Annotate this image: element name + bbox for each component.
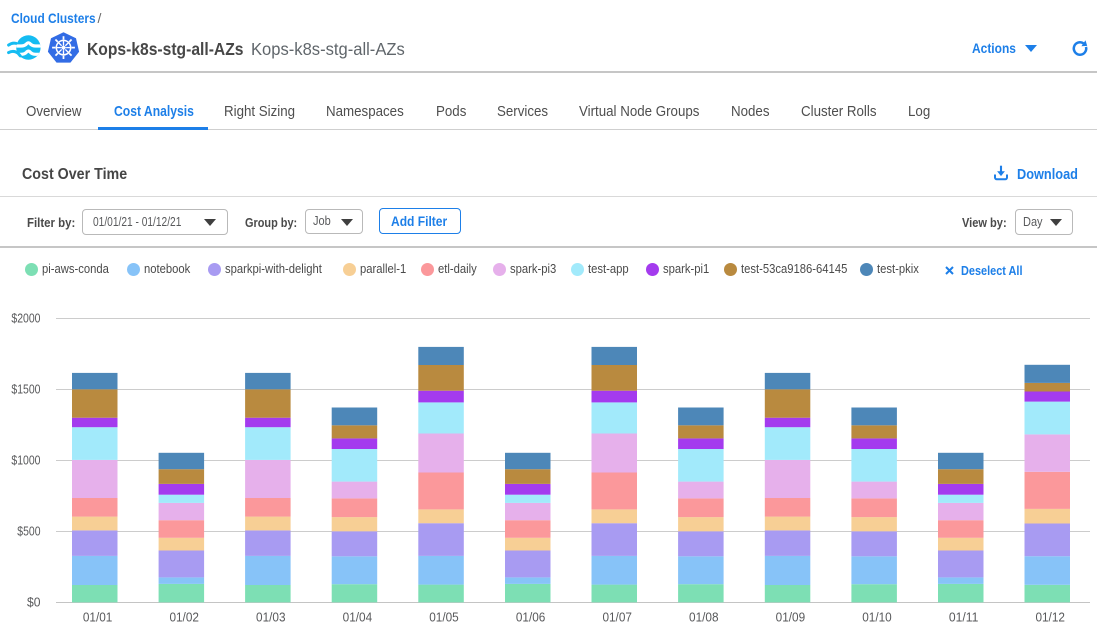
svg-text:01/03: 01/03 — [256, 610, 286, 625]
svg-text:01/01: 01/01 — [83, 610, 113, 625]
svg-text:01/08: 01/08 — [689, 610, 719, 625]
svg-text:01/05: 01/05 — [429, 610, 459, 625]
svg-text:$1500: $1500 — [11, 383, 40, 397]
svg-text:01/07: 01/07 — [602, 610, 632, 625]
svg-text:01/12: 01/12 — [1035, 610, 1065, 625]
svg-text:01/11: 01/11 — [949, 610, 979, 625]
svg-text:$500: $500 — [17, 525, 40, 539]
svg-text:01/06: 01/06 — [516, 610, 546, 625]
svg-text:01/10: 01/10 — [862, 610, 892, 625]
svg-text:$2000: $2000 — [11, 312, 40, 326]
svg-text:$1000: $1000 — [11, 454, 40, 468]
svg-text:01/09: 01/09 — [776, 610, 806, 625]
svg-text:$0: $0 — [27, 596, 41, 610]
svg-text:01/04: 01/04 — [343, 610, 373, 625]
svg-text:01/02: 01/02 — [169, 610, 199, 625]
